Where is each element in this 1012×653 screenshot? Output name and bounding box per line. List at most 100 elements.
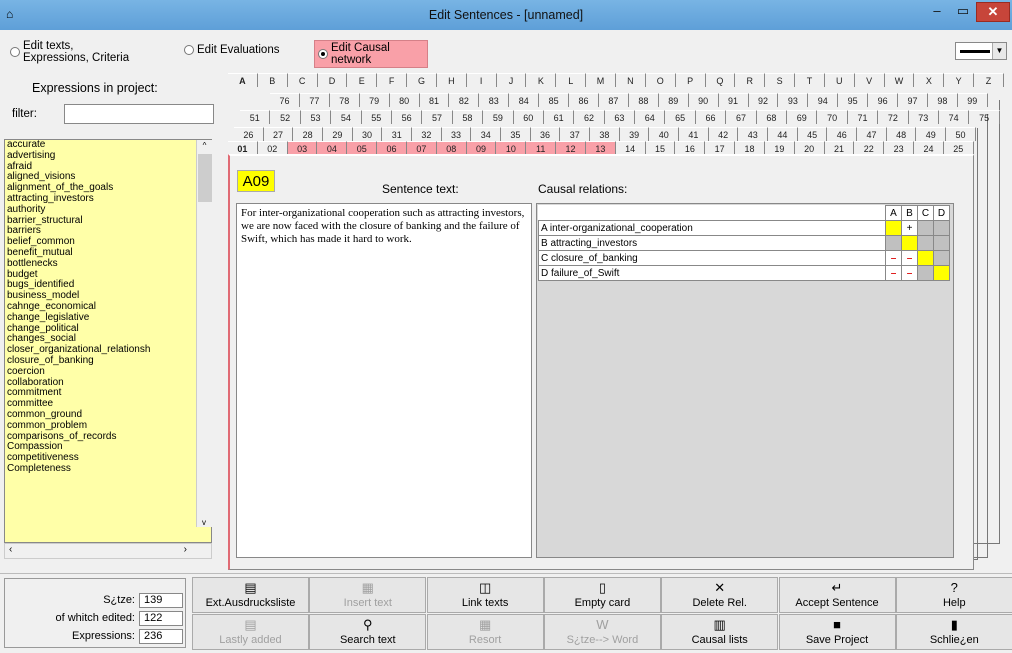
tab-54[interactable]: 54 <box>331 110 362 124</box>
tab-56[interactable]: 56 <box>391 110 423 124</box>
tab-79[interactable]: 79 <box>359 93 390 107</box>
matrix-row-label[interactable]: C closure_of_banking <box>538 250 886 266</box>
scroll-down-icon[interactable]: v <box>197 518 211 527</box>
tab-s[interactable]: S <box>765 73 796 87</box>
tab-49[interactable]: 49 <box>916 127 947 141</box>
tab-64[interactable]: 64 <box>635 110 666 124</box>
tab-l[interactable]: L <box>556 73 587 87</box>
tab-26[interactable]: 26 <box>234 127 264 141</box>
tab-u[interactable]: U <box>824 73 855 87</box>
tab-a[interactable]: A <box>228 73 258 87</box>
tab-g[interactable]: G <box>407 73 437 87</box>
tab-59[interactable]: 59 <box>483 110 514 124</box>
tab-40[interactable]: 40 <box>649 127 680 141</box>
tab-43[interactable]: 43 <box>738 127 769 141</box>
causal-matrix[interactable]: ABCDA inter-organizational_cooperation + B… <box>538 205 950 281</box>
tab-14[interactable]: 14 <box>615 141 646 155</box>
tab-75[interactable]: 75 <box>969 110 1000 124</box>
tab-41[interactable]: 41 <box>679 127 709 141</box>
tab-67[interactable]: 67 <box>726 110 757 124</box>
causal-matrix-panel[interactable]: ABCDA inter-organizational_cooperation + B… <box>536 203 954 558</box>
save-project-button[interactable]: ■ Save Project <box>778 614 896 650</box>
tab-19[interactable]: 19 <box>764 141 795 155</box>
matrix-cell[interactable] <box>917 220 934 236</box>
tab-n[interactable]: N <box>615 73 646 87</box>
tab-27[interactable]: 27 <box>263 127 294 141</box>
tab-87[interactable]: 87 <box>598 93 629 107</box>
tab-52[interactable]: 52 <box>270 110 301 124</box>
tab-13[interactable]: 13 <box>585 141 616 155</box>
matrix-cell[interactable]: + <box>901 220 918 236</box>
tab-39[interactable]: 39 <box>619 127 650 141</box>
tab-77[interactable]: 77 <box>299 93 330 107</box>
tab-02[interactable]: 02 <box>257 141 288 155</box>
tab-z[interactable]: Z <box>974 73 1004 87</box>
list-item[interactable]: common_problem <box>5 420 211 432</box>
tab-94[interactable]: 94 <box>808 93 839 107</box>
matrix-cell[interactable]: – <box>885 265 902 281</box>
tab-j[interactable]: J <box>496 73 527 87</box>
tab-21[interactable]: 21 <box>824 141 855 155</box>
tab-45[interactable]: 45 <box>797 127 828 141</box>
mode-edit-texts[interactable]: Edit texts, Expressions, Criteria <box>10 40 129 64</box>
radio-selected-icon[interactable] <box>318 49 328 59</box>
tab-80[interactable]: 80 <box>389 93 420 107</box>
tab-93[interactable]: 93 <box>778 93 809 107</box>
radio-icon[interactable] <box>184 45 194 55</box>
matrix-row-label[interactable]: D failure_of_Swift <box>538 265 886 281</box>
tab-68[interactable]: 68 <box>756 110 788 124</box>
tab-31[interactable]: 31 <box>382 127 413 141</box>
tab-78[interactable]: 78 <box>329 93 360 107</box>
tab-08[interactable]: 08 <box>436 141 467 155</box>
scroll-right-icon[interactable]: › <box>184 544 187 555</box>
insert-text-button[interactable]: ▦ Insert text <box>309 577 427 613</box>
matrix-cell[interactable] <box>885 235 902 251</box>
tab-81[interactable]: 81 <box>419 93 450 107</box>
causal-lists-button[interactable]: ▥ Causal lists <box>661 614 779 650</box>
tab-44[interactable]: 44 <box>768 127 798 141</box>
ext-ausdrucksliste-button[interactable]: ▤ Ext.Ausdrucksliste <box>192 577 309 613</box>
matrix-cell[interactable] <box>917 265 934 281</box>
tab-33[interactable]: 33 <box>441 127 472 141</box>
tab-01[interactable]: 01 <box>228 141 258 155</box>
tab-53[interactable]: 53 <box>300 110 332 124</box>
lastly-added-button[interactable]: ▤ Lastly added <box>192 614 309 650</box>
tab-60[interactable]: 60 <box>513 110 544 124</box>
schliessen-button[interactable]: ▮ Schlie¿en <box>895 614 1012 650</box>
scroll-left-icon[interactable]: ‹ <box>9 544 12 555</box>
tab-09[interactable]: 09 <box>466 141 497 155</box>
tab-i[interactable]: I <box>466 73 497 87</box>
tab-55[interactable]: 55 <box>361 110 392 124</box>
tab-88[interactable]: 88 <box>628 93 659 107</box>
tab-70[interactable]: 70 <box>817 110 848 124</box>
tab-51[interactable]: 51 <box>240 110 271 124</box>
matrix-cell[interactable] <box>917 250 934 266</box>
matrix-cell[interactable] <box>933 265 950 281</box>
tab-r[interactable]: R <box>735 73 766 87</box>
tab-35[interactable]: 35 <box>501 127 531 141</box>
list-item[interactable]: coercion <box>5 366 211 378</box>
tab-m[interactable]: M <box>586 73 616 87</box>
tab-48[interactable]: 48 <box>886 127 917 141</box>
tab-24[interactable]: 24 <box>914 141 944 155</box>
tab-95[interactable]: 95 <box>838 93 869 107</box>
tab-04[interactable]: 04 <box>317 141 348 155</box>
tab-89[interactable]: 89 <box>658 93 689 107</box>
tab-72[interactable]: 72 <box>878 110 909 124</box>
tab-76[interactable]: 76 <box>270 93 300 107</box>
tab-92[interactable]: 92 <box>748 93 779 107</box>
link-texts-button[interactable]: ◫ Link texts <box>426 577 544 613</box>
matrix-cell[interactable] <box>901 235 918 251</box>
list-item[interactable]: advertising <box>5 150 211 162</box>
saetze-word-button[interactable]: W S¿tze--> Word <box>543 614 661 650</box>
list-item[interactable]: change_legislative <box>5 312 211 324</box>
maximize-button[interactable]: ▭ <box>950 2 976 22</box>
tab-58[interactable]: 58 <box>452 110 484 124</box>
matrix-cell[interactable] <box>933 250 950 266</box>
tab-10[interactable]: 10 <box>496 141 527 155</box>
tab-96[interactable]: 96 <box>868 93 899 107</box>
tab-97[interactable]: 97 <box>898 93 928 107</box>
filter-input[interactable] <box>64 104 214 124</box>
tab-22[interactable]: 22 <box>854 141 885 155</box>
tab-50[interactable]: 50 <box>946 127 976 141</box>
